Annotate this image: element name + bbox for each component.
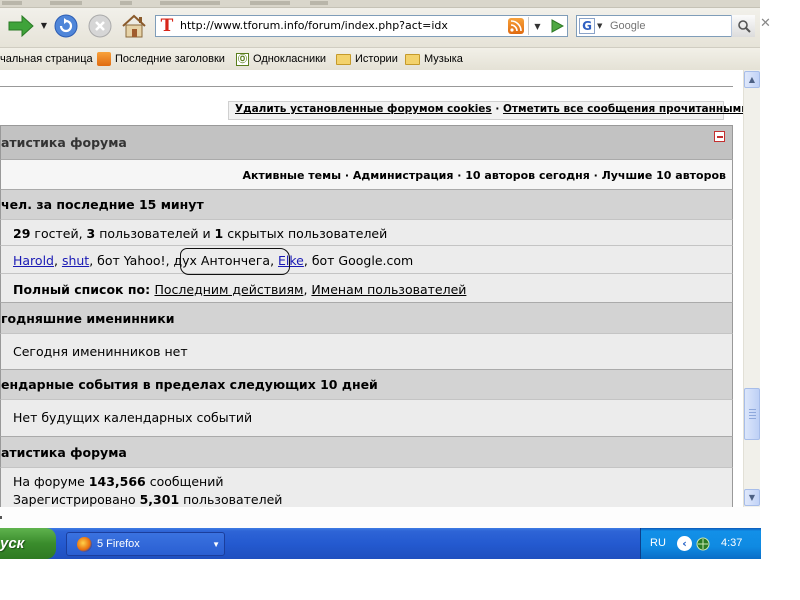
folder-icon [336,53,351,65]
online-users-list: Harold, shut, бот Yahoo!, дух Антончега,… [0,245,733,273]
reload-icon [54,14,78,38]
forum-stats-header: атистика форума [0,436,733,467]
address-bar[interactable]: T http://www.tforum.info/forum/index.php… [155,15,568,37]
stop-button[interactable] [86,12,114,40]
scroll-up-icon[interactable]: ▲ [744,71,760,88]
go-button[interactable] [548,17,566,35]
navigation-toolbar: ▼ T http://www.tforum.info/forum/index.p… [0,0,771,47]
network-icon[interactable] [695,536,711,552]
bookmark-odnoklassniki[interactable]: Ⓞ Однокласники [236,51,326,67]
forum-actions: Удалить установленные форумом cookies · … [228,101,743,120]
clock: 4:37 [721,537,743,549]
bookmarks-toolbar: чальная страница Последние заголовки Ⓞ О… [0,47,760,72]
search-box[interactable]: G ▼ [576,15,755,37]
sort-by-last-click-link[interactable]: Последним действиям [154,282,303,297]
start-button[interactable]: уск [0,528,56,559]
online-counts-row: 29 гостей, 3 пользователей и 1 скрытых п… [0,219,733,245]
bookmark-label: Музыка [424,53,463,65]
bookmark-label: Однокласники [253,53,327,65]
highlight-circle [180,248,290,275]
birthdays-row: Сегодня именинников нет [0,333,733,369]
online-users-header: чел. за последние 15 минут [0,189,733,219]
system-tray: RU ‹ 4:37 [640,528,761,559]
section-title: чел. за последние 15 минут [1,197,204,212]
go-arrow-icon [551,19,564,33]
bookmark-label: чальная страница [0,53,93,65]
birthdays-header: годняшние именинники [0,302,733,333]
chevron-down-icon: ▼ [212,540,220,549]
stop-icon [88,14,112,38]
section-title: ендарные события в пределах следующих 10… [1,377,378,392]
forward-arrow-icon [8,15,34,37]
status-bar [0,507,760,528]
magnifier-icon [737,20,751,33]
sort-by-member-name-link[interactable]: Именам пользователей [311,282,466,297]
mark-all-read-link[interactable]: Отметить все сообщения прочитанными [503,103,743,115]
taskbar-item-label: 5 Firefox [97,538,140,550]
rss-feed-icon[interactable] [508,18,524,34]
user-count: 3 [86,226,96,241]
user-link-harold[interactable]: Harold [13,253,54,268]
home-button[interactable] [118,11,150,41]
user-link-shut[interactable]: shut [62,253,89,268]
url-history-dropdown[interactable]: ▼ [528,17,546,35]
folder-icon [405,53,420,65]
forward-history-dropdown[interactable]: ▼ [38,18,50,32]
reload-button[interactable] [52,12,80,40]
collapse-icon[interactable] [714,131,725,142]
scroll-down-icon[interactable]: ▼ [744,489,760,506]
firefox-icon [77,536,92,552]
full-list-label: Полный список по: [13,282,155,297]
google-icon: G [579,18,595,34]
scrollbar-thumb[interactable] [744,388,760,440]
bookmark-latest-headlines[interactable]: Последние заголовки [97,51,225,67]
bookmark-start-page[interactable]: чальная страница [0,51,93,67]
board-stats-category: атистика форума [0,125,733,159]
category-title: атистика форума [1,135,127,150]
delete-cookies-link[interactable]: Удалить установленные форумом cookies [235,103,492,115]
calendar-events-header: ендарные события в пределах следующих 10… [0,369,733,399]
online-counts: 29 гостей, 3 пользователей и 1 скрытых п… [13,226,388,241]
close-tab-icon[interactable]: ✕ [760,16,778,34]
birthdays-text: Сегодня именинников нет [13,344,188,359]
quick-links-row: Активные темы · Администрация · 10 автор… [0,159,733,189]
hidden-count: 1 [214,226,224,241]
menu-strip-remnant [0,0,760,8]
forum-stats-row: На форуме 143,566 сообщений Зарегистриро… [0,467,733,507]
search-button[interactable] [731,15,755,37]
search-engine-selector[interactable]: G ▼ [579,18,607,34]
bookmark-label: Последние заголовки [115,53,225,65]
language-indicator[interactable]: RU [650,537,666,549]
calendar-events-text: Нет будущих календарных событий [13,410,253,425]
section-title: годняшние именинники [1,311,175,326]
bookmark-folder-music[interactable]: Музыка [405,51,463,67]
rss-icon [97,52,111,66]
search-input[interactable] [610,17,730,35]
tray-expand-icon[interactable]: ‹ [677,536,692,551]
calendar-events-row: Нет будущих календарных событий [0,399,733,436]
site-favicon-icon: T [159,16,175,36]
ok-icon: Ⓞ [236,52,249,66]
forward-button[interactable] [6,13,36,39]
section-title: атистика форума [1,445,127,460]
guest-count: 29 [13,226,31,241]
url-text[interactable]: http://www.tforum.info/forum/index.php?a… [180,19,448,32]
page-content: Удалить установленные форумом cookies · … [0,70,743,507]
total-members: Зарегистрировано 5,301 пользователей [13,492,283,507]
quick-links[interactable]: Активные темы · Администрация · 10 автор… [242,169,726,182]
total-posts: На форуме 143,566 сообщений [13,474,224,489]
taskbar-firefox-group[interactable]: 5 Firefox ▼ [66,532,225,556]
bookmark-folder-stories[interactable]: Истории [336,51,398,67]
separator: · [491,103,503,115]
taskbar: уск 5 Firefox ▼ RU ‹ 4:37 [0,528,761,559]
divider [0,86,733,87]
home-icon [122,14,146,38]
bookmark-label: Истории [355,53,398,65]
full-list-row: Полный список по: Последним действиям, И… [0,273,733,302]
vertical-scrollbar[interactable]: ▲ ▼ [743,70,760,507]
